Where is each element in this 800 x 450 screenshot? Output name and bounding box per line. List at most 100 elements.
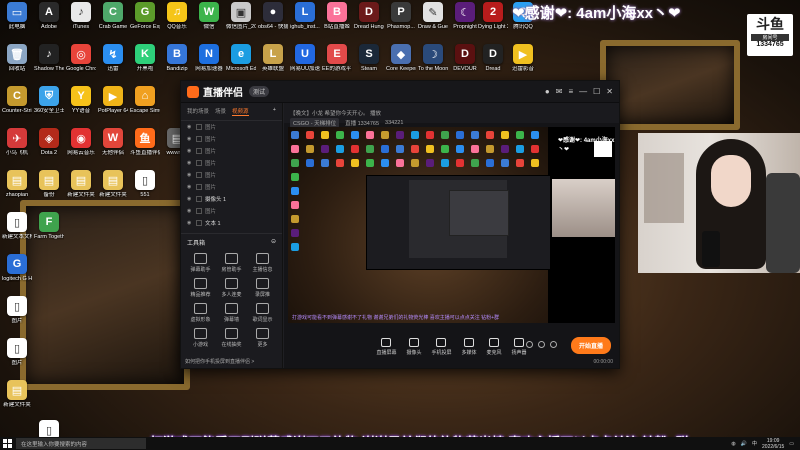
desktop-icon[interactable]: A Adobe	[34, 2, 64, 30]
scene-source-item[interactable]: ◉ 图片	[181, 157, 282, 169]
network-icon[interactable]: ◍	[731, 441, 735, 447]
desktop-icon[interactable]: ✈ 小鸟飞机	[2, 128, 32, 156]
desktop-icon[interactable]: ⌂ Escape Simulator	[130, 86, 160, 114]
desktop-icon[interactable]: 2 Dying Light 2	[478, 2, 508, 30]
tool-button[interactable]: 录屏推	[247, 278, 278, 298]
taskbar-clock[interactable]: 19:09 2022/6/15	[762, 438, 784, 450]
lock-icon[interactable]	[196, 196, 202, 202]
desktop-icon[interactable]: ▤ 新建文件夹	[66, 170, 96, 198]
desktop-icon[interactable]: ● obs64 - 快捷方式	[258, 2, 288, 30]
desktop-icon[interactable]: ▣ 微信图片_2021111...	[226, 2, 256, 30]
scene-source-item[interactable]: ◉ 文本 1	[181, 217, 282, 229]
notification-icon[interactable]: ▭	[789, 441, 794, 447]
scene-source-item[interactable]: ◉ 图片	[181, 205, 282, 217]
phone-cast-hint-link[interactable]: 如何把你手机投屏到直播伴侣 >	[185, 358, 254, 365]
lock-icon[interactable]	[196, 220, 202, 226]
tool-button[interactable]: 弹幕助手	[185, 253, 216, 273]
record-icon[interactable]	[526, 341, 533, 348]
desktop-icon[interactable]: ▯ 图片	[2, 296, 32, 324]
desktop-icon[interactable]: 🗑 回收站	[2, 44, 32, 72]
app-version-badge[interactable]: 测试	[249, 86, 270, 97]
desktop-icon[interactable]: C Counter-Strike Global Off...	[2, 86, 32, 114]
lock-icon[interactable]	[196, 124, 202, 130]
desktop-icon[interactable]: ⛨ 360安全卫士	[34, 86, 64, 114]
taskbar-search-input[interactable]: 在这里输入你要搜索的内容	[16, 438, 146, 449]
lock-icon[interactable]	[196, 208, 202, 214]
tool-button[interactable]: 多人连麦	[216, 278, 247, 298]
desktop-icon[interactable]: e Microsoft Edge	[226, 44, 256, 72]
lock-icon[interactable]	[196, 172, 202, 178]
avatar-icon[interactable]: ●	[545, 87, 550, 96]
source-control-button[interactable]: 多媒体	[462, 338, 477, 356]
tool-button[interactable]: 在线抽奖	[216, 328, 247, 348]
eye-icon[interactable]: ◉	[187, 160, 193, 166]
eye-icon[interactable]: ◉	[187, 196, 193, 202]
desktop-icon[interactable]: ▤ zhaopian	[2, 170, 32, 198]
sidebar-tab[interactable]: 视频源	[232, 107, 249, 116]
start-live-button[interactable]: 开始直播	[570, 337, 611, 354]
desktop-icon[interactable]: D Dread Hunger	[354, 2, 384, 30]
scene-source-item[interactable]: ◉ 摄像头 1	[181, 193, 282, 205]
desktop-icon[interactable]: C Crab Game	[98, 2, 128, 30]
desktop-icon[interactable]: Glogitech G HUB	[2, 254, 32, 282]
desktop-icon[interactable]: ♪ Shadow The Wire Sour...	[34, 44, 64, 72]
tool-button[interactable]: 精品推荐	[185, 278, 216, 298]
eye-icon[interactable]: ◉	[187, 220, 193, 226]
desktop-icon[interactable]: ▤ 新建文件夹	[98, 170, 128, 198]
desktop-icon[interactable]: ▭ 此电脑	[2, 2, 32, 30]
tool-button[interactable]: 虚拟形象	[185, 303, 216, 323]
desktop-icon[interactable]: ↯ 迅雷	[98, 44, 128, 72]
lock-icon[interactable]	[196, 184, 202, 190]
maximize-icon[interactable]: ☐	[593, 87, 600, 96]
eye-icon[interactable]: ◉	[187, 124, 193, 130]
desktop-icon[interactable]: N 网易加速器	[194, 44, 224, 72]
source-control-button[interactable]: 麦克风	[487, 338, 502, 356]
tool-button[interactable]: 房管助手	[216, 253, 247, 273]
desktop-icon[interactable]: D Dread	[478, 44, 508, 72]
menu-icon[interactable]: ≡	[568, 87, 573, 96]
desktop-icon[interactable]: ▯ 图片	[2, 338, 32, 366]
desktop-icon[interactable]: F Farm Together	[34, 212, 64, 240]
sidebar-tab[interactable]: 场景	[215, 107, 226, 116]
desktop-icon[interactable]: ☽ To the Moon	[418, 44, 448, 72]
desktop-icon[interactable]: B B站直播姬	[322, 2, 352, 30]
volume-icon[interactable]: 🔊	[741, 441, 747, 447]
desktop-icon[interactable]: L 英雄联盟	[258, 44, 288, 72]
tool-button[interactable]: 更多	[247, 328, 278, 348]
desktop-icon[interactable]: ▶ 迅雷影音	[508, 44, 538, 72]
eye-icon[interactable]	[538, 341, 545, 348]
tools-settings-icon[interactable]: ⊝	[271, 238, 276, 247]
source-control-button[interactable]: 摄像头	[406, 338, 421, 356]
mail-icon[interactable]: ✉	[556, 87, 563, 96]
desktop-icon[interactable]: ♫ QQ音乐	[162, 2, 192, 30]
desktop-icon[interactable]: 鱼斗鱼直播伴侣	[130, 128, 160, 156]
desktop-icon[interactable]: ▤ 备份	[34, 170, 64, 198]
tool-button[interactable]: 主播信息	[247, 253, 278, 273]
desktop-icon[interactable]: E EE的游戏平台	[322, 44, 352, 72]
desktop-icon[interactable]: ☾ Propnight	[450, 2, 480, 30]
tool-button[interactable]: 歌词显示	[247, 303, 278, 323]
scene-source-item[interactable]: ◉ 图片	[181, 169, 282, 181]
tool-button[interactable]: 小游戏	[185, 328, 216, 348]
lock-icon[interactable]	[196, 160, 202, 166]
desktop-icon[interactable]: P Phasmop...	[386, 2, 416, 30]
desktop-icon[interactable]: Y YY语音	[66, 86, 96, 114]
desktop-icon[interactable]: ◉ 网易云音乐	[66, 128, 96, 156]
desktop-icon[interactable]: ▯ 新建文本文档 (3)	[2, 212, 32, 240]
desktop-icon[interactable]: ▤ 新建文件夹	[2, 380, 32, 408]
desktop-icon[interactable]: U 网易UU加速器	[290, 44, 320, 72]
desktop-icon[interactable]: S Steam	[354, 44, 384, 72]
desktop-icon[interactable]: ▶ PotPlayer 64 bit	[98, 86, 128, 114]
desktop-icon[interactable]: ♪ iTunes	[66, 2, 96, 30]
eye-icon[interactable]: ◉	[187, 148, 193, 154]
desktop-icon[interactable]: K 开黑啦	[130, 44, 160, 72]
tool-button[interactable]: 弹幕墙	[216, 303, 247, 323]
desktop-icon[interactable]: G GeForce Experience	[130, 2, 160, 30]
close-icon[interactable]: ✕	[606, 87, 613, 96]
add-source-icon[interactable]: +	[273, 107, 276, 116]
windows-start-icon[interactable]	[3, 439, 12, 448]
desktop-icon[interactable]: ◆ Core Keeper 中...	[386, 44, 416, 72]
desktop-icon[interactable]: ▯ 551	[130, 170, 160, 198]
scene-source-item[interactable]: ◉ 图片	[181, 133, 282, 145]
desktop-icon[interactable]: W 微信	[194, 2, 224, 30]
